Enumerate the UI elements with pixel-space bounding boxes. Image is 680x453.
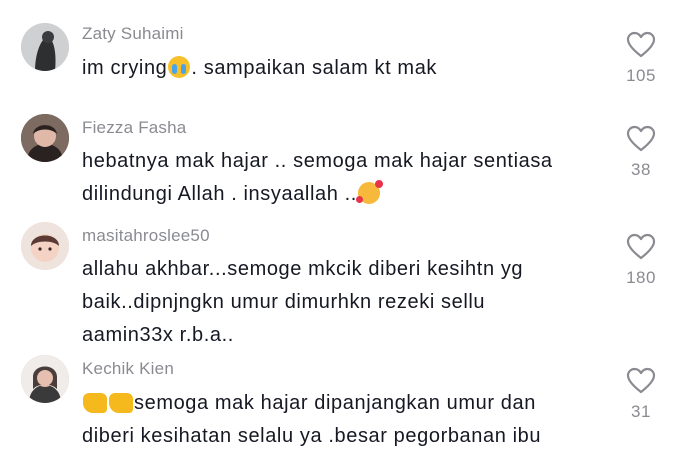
- like-count: 38: [631, 160, 651, 179]
- like-count: 31: [631, 402, 651, 421]
- avatar[interactable]: [21, 114, 69, 162]
- loudly-crying-face-icon: [168, 56, 191, 78]
- comment-text-line: hebatnya mak hajar .. semoga mak hajar s…: [82, 150, 553, 172]
- comment-text: hebatnya mak hajar .. semoga mak hajar s…: [82, 145, 602, 211]
- comment-text: semoga mak hajar dipanjangkan umur dan d…: [82, 387, 602, 453]
- comment-username[interactable]: masitahroslee50: [82, 226, 210, 246]
- avatar[interactable]: [21, 355, 69, 403]
- comment-text: im crying . sampaikan salam kt mak: [82, 52, 602, 85]
- comment-text-line: aamin33x r.b.a..: [82, 324, 234, 346]
- flexed-biceps-icon: [109, 393, 133, 413]
- comment-text-part: semoga mak hajar dipanjangkan umur dan: [134, 392, 536, 414]
- comment-text-line: baik..dipnjngkn umur dimurhkn rezeki sel…: [82, 291, 486, 313]
- like-control[interactable]: 31: [618, 367, 664, 422]
- heart-icon[interactable]: [626, 31, 656, 58]
- avatar[interactable]: [21, 222, 69, 270]
- comment-text-part: dilindungi Allah . insyaallah ..: [82, 183, 357, 205]
- avatar[interactable]: [21, 23, 69, 71]
- like-control[interactable]: 180: [618, 233, 664, 288]
- comment-text-line: diberi kesihatan selalu ya .besar pegorb…: [82, 425, 542, 447]
- flexed-biceps-icon: [83, 393, 107, 413]
- comment-text: allahu akhbar...semoge mkcik diberi kesi…: [82, 253, 602, 352]
- smiling-face-with-hearts-icon: [355, 180, 383, 204]
- like-control[interactable]: 105: [618, 31, 664, 86]
- comment-username[interactable]: Zaty Suhaimi: [82, 24, 184, 44]
- comment-text-part: . sampaikan salam kt mak: [191, 57, 438, 79]
- comment-username[interactable]: Fiezza Fasha: [82, 118, 186, 138]
- heart-icon[interactable]: [626, 233, 656, 260]
- heart-icon[interactable]: [626, 125, 656, 152]
- comment-username[interactable]: Kechik Kien: [82, 359, 174, 379]
- like-count: 180: [626, 268, 656, 287]
- comment-text-part: im crying: [82, 57, 168, 79]
- comment-text-line: allahu akhbar...semoge mkcik diberi kesi…: [82, 258, 524, 280]
- like-control[interactable]: 38: [618, 125, 664, 180]
- heart-icon[interactable]: [626, 367, 656, 394]
- like-count: 105: [626, 66, 656, 85]
